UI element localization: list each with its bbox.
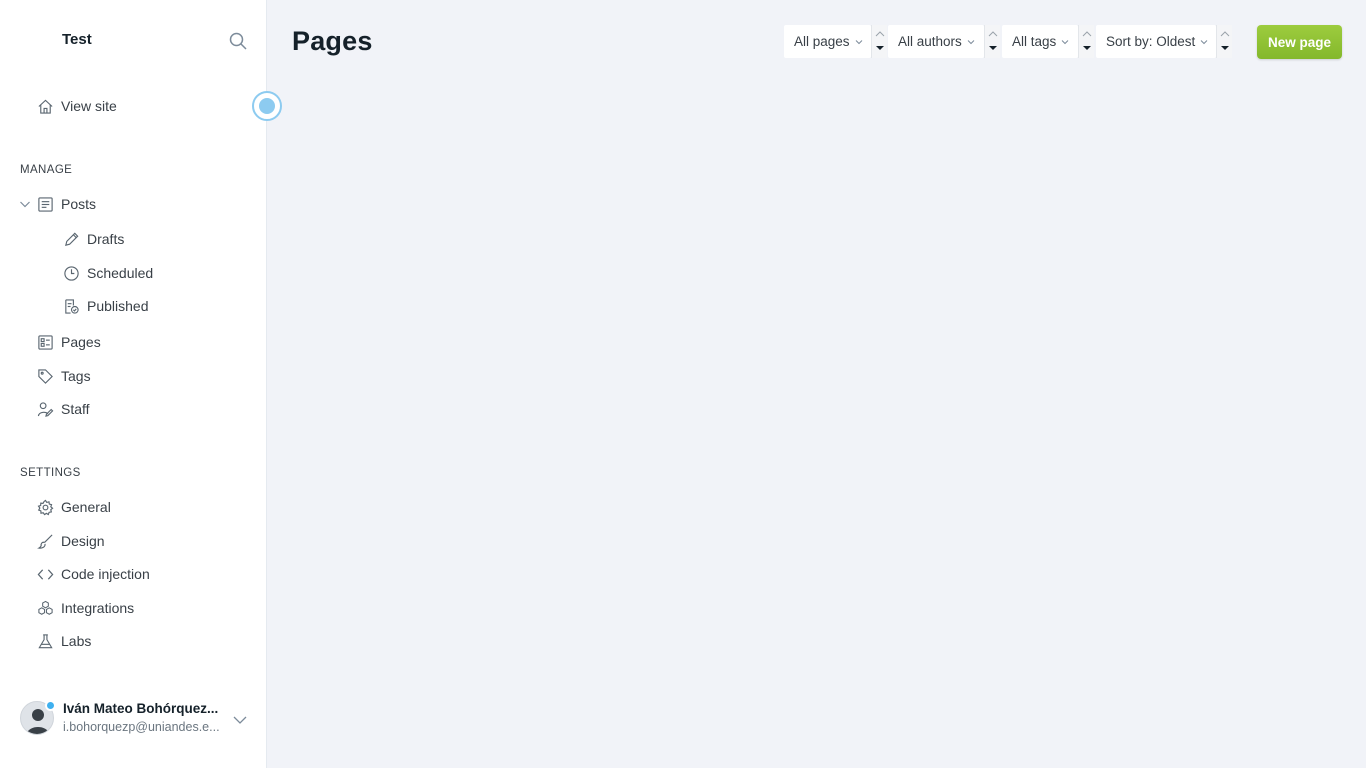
- nav-drafts[interactable]: Drafts: [62, 228, 124, 250]
- nav-design[interactable]: Design: [36, 530, 105, 552]
- nav-code-injection[interactable]: Code injection: [36, 563, 150, 585]
- nav-pages-label: Pages: [61, 334, 101, 350]
- nav-general-label: General: [61, 499, 111, 515]
- new-page-button[interactable]: New page: [1257, 25, 1342, 59]
- nav-pages[interactable]: Pages: [36, 331, 101, 353]
- user-menu[interactable]: Iván Mateo Bohórquez... i.bohorquezp@uni…: [20, 700, 252, 740]
- arrow-down-icon: [989, 46, 997, 50]
- clock-icon: [62, 264, 80, 282]
- chevron-down-icon: [1061, 39, 1069, 44]
- filter-author-select[interactable]: All authors: [888, 25, 984, 58]
- nav-posts[interactable]: Posts: [36, 193, 96, 215]
- page-title: Pages: [292, 26, 373, 56]
- sort-select[interactable]: Sort by: Oldest: [1096, 25, 1216, 58]
- home-icon: [36, 97, 54, 115]
- status-badge: [45, 700, 56, 711]
- filter-tag-select[interactable]: All tags: [1002, 25, 1078, 58]
- brush-icon: [36, 532, 54, 550]
- arrow-down-icon: [876, 46, 884, 50]
- user-name: Iván Mateo Bohórquez...: [63, 701, 219, 716]
- site-title[interactable]: Test: [62, 31, 92, 48]
- filter-tag-label: All tags: [1012, 34, 1057, 49]
- nav-code-injection-label: Code injection: [61, 566, 150, 582]
- filter-author-label: All authors: [898, 34, 962, 49]
- code-icon: [36, 565, 54, 583]
- pencil-icon: [62, 230, 80, 248]
- pages-icon: [36, 333, 54, 351]
- arrow-down-icon: [1083, 46, 1091, 50]
- nav-labs[interactable]: Labs: [36, 630, 91, 652]
- nav-posts-label: Posts: [61, 196, 97, 212]
- nav-staff[interactable]: Staff: [36, 398, 90, 420]
- filter-author-stepper[interactable]: [984, 25, 1000, 58]
- chevron-down-icon: [855, 39, 862, 44]
- arrow-up-icon: [988, 31, 998, 37]
- tag-icon: [36, 367, 54, 385]
- filter-type-label: All pages: [794, 34, 850, 49]
- manage-section-label: MANAGE: [20, 164, 73, 176]
- onboarding-pulse[interactable]: [252, 91, 282, 121]
- arrow-down-icon: [1221, 46, 1229, 50]
- nav-integrations-label: Integrations: [61, 600, 135, 616]
- user-email: i.bohorquezp@uniandes.e...: [63, 720, 220, 734]
- nav-tags[interactable]: Tags: [36, 365, 91, 387]
- chevron-down-icon: [1200, 39, 1208, 44]
- gear-icon: [36, 498, 54, 516]
- nav-drafts-label: Drafts: [87, 231, 125, 247]
- nav-view-site-label: View site: [61, 98, 117, 114]
- nav-design-label: Design: [61, 533, 105, 549]
- integrations-icon: [36, 599, 54, 617]
- search-icon[interactable]: [228, 31, 248, 51]
- arrow-up-icon: [1220, 31, 1230, 37]
- nav-published[interactable]: Published: [62, 295, 149, 317]
- nav-view-site[interactable]: View site: [36, 95, 117, 117]
- sort-label: Sort by: Oldest: [1106, 34, 1196, 49]
- sort-stepper[interactable]: [1216, 25, 1232, 58]
- arrow-up-icon: [1082, 31, 1092, 37]
- sidebar: Test View site MANAGE Posts Drafts Sched…: [0, 0, 282, 768]
- posts-collapse-chevron-icon[interactable]: [19, 197, 31, 209]
- posts-icon: [36, 195, 54, 213]
- nav-published-label: Published: [87, 298, 149, 314]
- filter-type-select[interactable]: All pages: [784, 25, 871, 58]
- nav-staff-label: Staff: [61, 401, 90, 417]
- nav-scheduled-label: Scheduled: [87, 265, 154, 281]
- nav-tags-label: Tags: [61, 368, 91, 384]
- chevron-down-icon[interactable]: [233, 712, 247, 724]
- nav-integrations[interactable]: Integrations: [36, 597, 134, 619]
- filter-type-stepper[interactable]: [871, 25, 887, 58]
- nav-general[interactable]: General: [36, 496, 111, 518]
- nav-scheduled[interactable]: Scheduled: [62, 262, 153, 284]
- published-doc-icon: [62, 297, 80, 315]
- filter-tag-stepper[interactable]: [1078, 25, 1094, 58]
- staff-icon: [36, 400, 54, 418]
- settings-section-label: SETTINGS: [20, 467, 81, 479]
- flask-icon: [36, 632, 54, 650]
- arrow-up-icon: [875, 31, 885, 37]
- chevron-down-icon: [967, 39, 975, 44]
- nav-labs-label: Labs: [61, 633, 92, 649]
